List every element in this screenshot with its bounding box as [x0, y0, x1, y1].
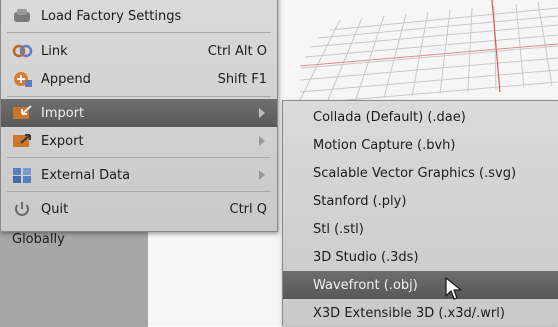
menu-item-link[interactable]: Link Ctrl Alt O [1, 37, 277, 65]
import-item-x3d[interactable]: X3D Extensible 3D (.x3d/.wrl) [283, 299, 558, 327]
append-icon [11, 69, 33, 89]
factory-settings-icon [11, 6, 33, 26]
file-menu: Load Factory Settings Link Ctrl Alt O Ap… [0, 0, 278, 232]
submenu-arrow-icon [259, 108, 265, 118]
tool-shelf-panel: Globally [0, 225, 148, 327]
menu-separator [7, 96, 271, 97]
menu-item-quit[interactable]: Quit Ctrl Q [1, 195, 277, 223]
import-item-motion-capture[interactable]: Motion Capture (.bvh) [283, 131, 558, 159]
import-icon [11, 103, 33, 123]
import-item-collada[interactable]: Collada (Default) (.dae) [283, 103, 558, 131]
menu-item-external-data[interactable]: External Data [1, 161, 277, 189]
mouse-cursor-icon [445, 277, 462, 300]
import-item-stl[interactable]: Stl (.stl) [283, 215, 558, 243]
import-item-stanford[interactable]: Stanford (.ply) [283, 187, 558, 215]
import-submenu: Collada (Default) (.dae) Motion Capture … [282, 100, 558, 326]
menu-separator [7, 157, 271, 158]
import-item-wavefront[interactable]: Wavefront (.obj) [283, 271, 558, 299]
menu-item-append[interactable]: Append Shift F1 [1, 65, 277, 93]
submenu-arrow-icon [259, 170, 265, 180]
power-icon [11, 199, 33, 219]
panel-label: Globally [12, 232, 65, 247]
export-icon [11, 131, 33, 151]
menu-separator [7, 191, 271, 192]
menu-item-import[interactable]: Import [1, 99, 277, 127]
external-data-icon [11, 165, 33, 185]
menu-item-export[interactable]: Export [1, 127, 277, 155]
link-icon [11, 41, 33, 61]
menu-item-load-factory-settings[interactable]: Load Factory Settings [1, 3, 277, 29]
axis-line-x [299, 43, 558, 67]
import-item-3d-studio[interactable]: 3D Studio (.3ds) [283, 243, 558, 271]
import-item-svg[interactable]: Scalable Vector Graphics (.svg) [283, 159, 558, 187]
submenu-arrow-icon [259, 136, 265, 146]
menu-separator [7, 32, 271, 33]
